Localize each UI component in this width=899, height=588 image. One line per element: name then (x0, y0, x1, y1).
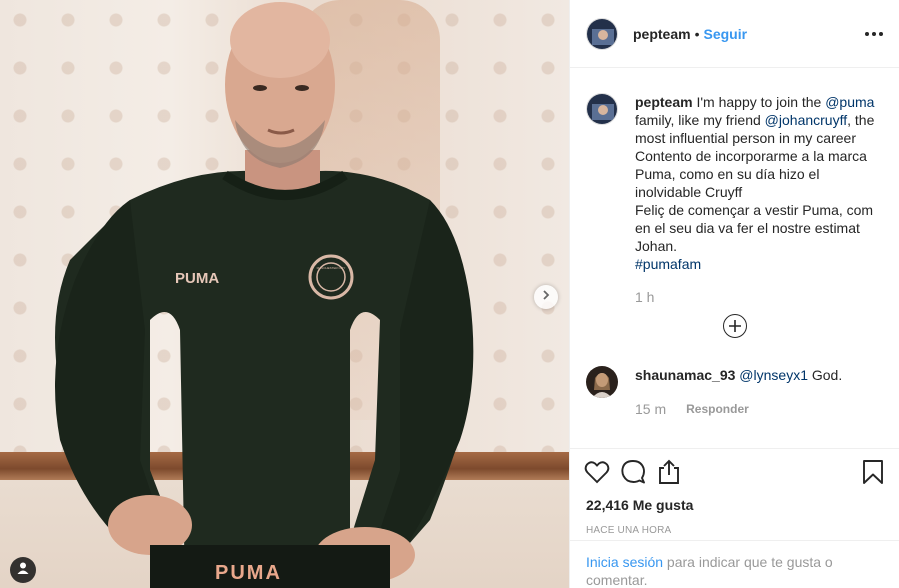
caption: pepteam I'm happy to join the @puma fami… (586, 93, 884, 306)
club-badge-text: MANCHESTER CITY (316, 266, 346, 270)
caption-time: 1 h (635, 289, 655, 305)
plus-circle-icon (723, 314, 747, 338)
avatar[interactable] (586, 17, 618, 50)
caption-line1: I'm happy to join the (692, 94, 826, 110)
caption-spanish: Contento de incorporarme a la marca Puma… (635, 148, 867, 200)
mention-puma[interactable]: @puma (825, 94, 874, 110)
save-button[interactable] (856, 457, 890, 491)
share-icon (657, 459, 681, 490)
shirt-brand: PUMA (175, 270, 220, 287)
tagged-users-button[interactable] (10, 557, 36, 583)
post-photo[interactable]: PUMA MANCHESTER CITY PUMA (0, 0, 569, 588)
waistband-text: PUMA (215, 562, 282, 584)
tag-user-icon (16, 561, 30, 580)
person-illustration (55, 2, 474, 588)
comment-text: God. (807, 367, 843, 383)
header-username[interactable]: pepteam (633, 26, 691, 42)
commenter-avatar[interactable] (586, 366, 618, 398)
comment-button[interactable] (616, 457, 650, 491)
like-button[interactable] (580, 457, 614, 491)
load-more-comments-button[interactable] (586, 314, 884, 338)
chevron-right-icon (540, 288, 552, 306)
caption-avatar[interactable] (586, 93, 618, 125)
post-side-panel: pepteam • Seguir pepteam I'm happy to jo… (569, 0, 899, 588)
caption-username[interactable]: pepteam (635, 94, 693, 110)
caption-catalan: Feliç de començar a vestir Puma, com en … (635, 202, 874, 254)
comment-item: shaunamac_93 @lynseyx1 God. 15 m Respond… (586, 366, 884, 418)
share-button[interactable] (652, 457, 686, 491)
separator-dot: • (694, 25, 700, 42)
comment-time: 15 m (635, 401, 667, 417)
likes-count[interactable]: 22,416 Me gusta (586, 497, 884, 513)
login-link[interactable]: Inicia sesión (586, 554, 663, 570)
commenter-username[interactable]: shaunamac_93 (635, 367, 735, 383)
mention-johancruyff[interactable]: @johancruyff (765, 112, 847, 128)
post-actions: 22,416 Me gusta Hace una hora (570, 448, 899, 536)
next-photo-button[interactable] (534, 285, 558, 309)
follow-button[interactable]: Seguir (703, 26, 747, 42)
comment-icon (620, 459, 646, 490)
caption-text: pepteam I'm happy to join the @puma fami… (635, 93, 875, 306)
posted-time: Hace una hora (586, 525, 672, 536)
more-options-icon[interactable] (865, 31, 883, 36)
bookmark-icon (862, 459, 884, 490)
comment-mention[interactable]: @lynseyx1 (739, 367, 808, 383)
login-prompt: Inicia sesión para indicar que te gusta … (570, 540, 899, 588)
comments-section: pepteam I'm happy to join the @puma fami… (570, 69, 899, 449)
reply-button[interactable]: Responder (686, 400, 749, 418)
heart-icon (584, 460, 610, 489)
hashtag-pumafam[interactable]: #pumafam (635, 255, 875, 273)
post-header: pepteam • Seguir (570, 0, 899, 68)
caption-line2: family, like my friend (635, 112, 765, 128)
